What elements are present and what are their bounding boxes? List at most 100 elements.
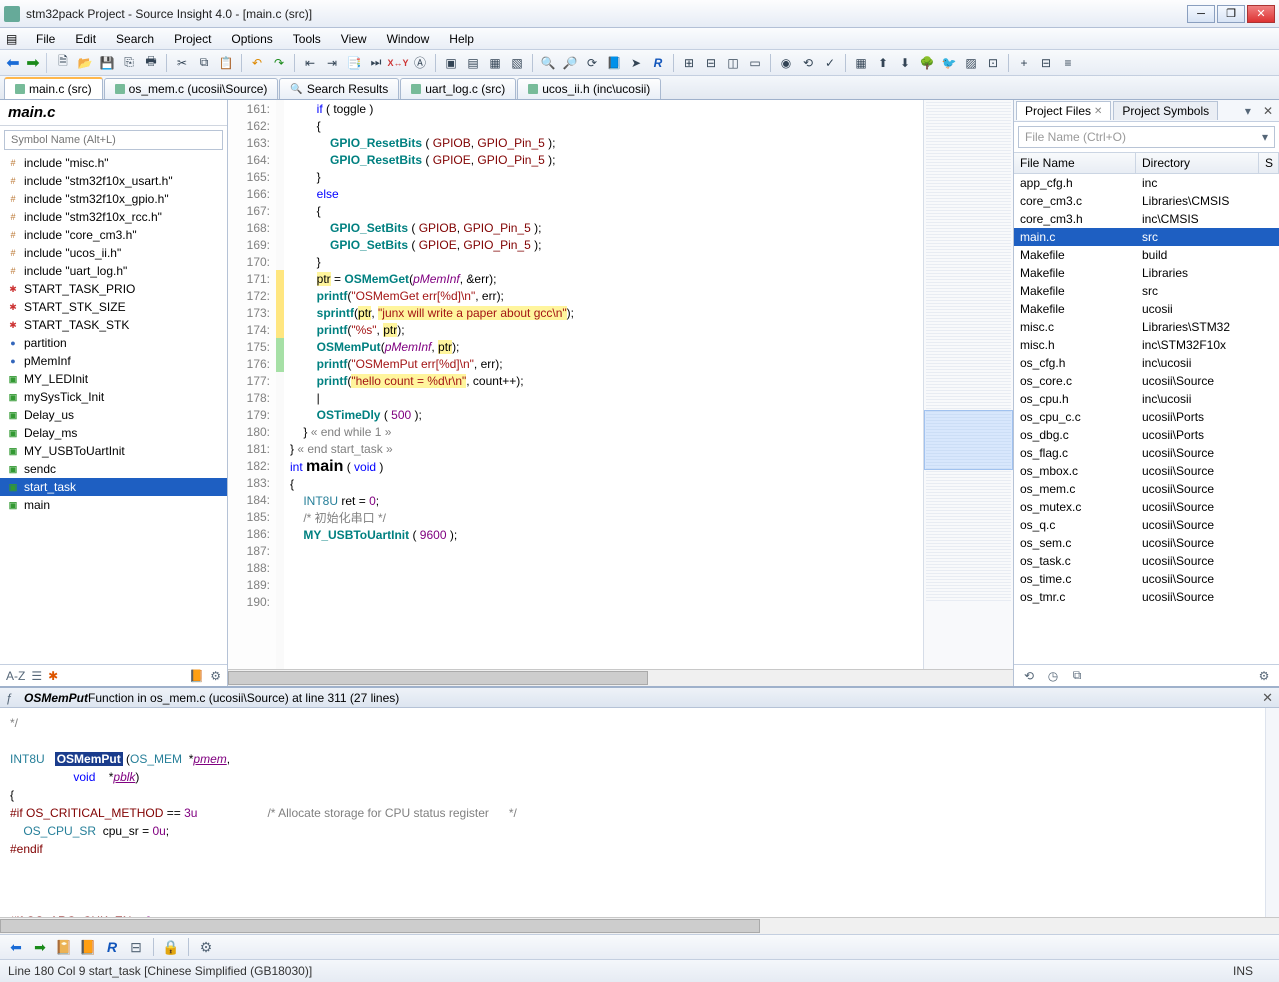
file-search-dropdown-icon[interactable]: ▾: [1262, 130, 1268, 144]
tile-h-icon[interactable]: ⊞: [679, 53, 699, 73]
book-icon[interactable]: 📘: [604, 53, 624, 73]
tabs-dropdown-icon[interactable]: ▾: [1239, 104, 1257, 118]
document-tab[interactable]: main.c (src): [4, 77, 103, 99]
document-tab[interactable]: ucos_ii.h (inc\ucosii): [517, 78, 661, 99]
symbol-item[interactable]: ●partition: [0, 334, 227, 352]
nav-gear-icon[interactable]: ⚙: [196, 938, 216, 956]
nav-back-icon[interactable]: ⬅: [4, 53, 22, 73]
more-icon[interactable]: ≡: [1058, 53, 1078, 73]
nav-tree-icon[interactable]: ⊟: [126, 938, 146, 956]
symbol-item[interactable]: #include "core_cm3.h": [0, 226, 227, 244]
tool1-icon[interactable]: ▨: [961, 53, 981, 73]
context-minimap[interactable]: [1265, 708, 1279, 917]
symbol-item[interactable]: ▣MY_LEDInit: [0, 370, 227, 388]
undo-icon[interactable]: ↶: [247, 53, 267, 73]
redo-icon[interactable]: ↷: [269, 53, 289, 73]
nav-book2-icon[interactable]: 📙: [78, 938, 98, 956]
nav-back-bottom-icon[interactable]: ⬅: [6, 938, 26, 956]
sync-icon[interactable]: ◉: [776, 53, 796, 73]
project-file-row[interactable]: os_time.cucosii\Source: [1014, 570, 1279, 588]
callers-icon[interactable]: ⬆: [873, 53, 893, 73]
symbol-item[interactable]: ✱START_TASK_STK: [0, 316, 227, 334]
relation-icon[interactable]: R: [648, 53, 668, 73]
sort-az-button[interactable]: A-Z: [6, 669, 25, 683]
editor-hscrollbar[interactable]: [228, 669, 1013, 686]
menu-window[interactable]: Window: [377, 28, 440, 49]
panel3-icon[interactable]: ▦: [485, 53, 505, 73]
symbol-item[interactable]: ●pMemInf: [0, 352, 227, 370]
document-tab[interactable]: os_mem.c (ucosii\Source): [104, 78, 279, 99]
context-close-icon[interactable]: ✕: [1262, 690, 1273, 706]
system-menu-icon[interactable]: ▤: [6, 28, 22, 49]
project-file-list[interactable]: app_cfg.hinccore_cm3.cLibraries\CMSIScor…: [1014, 174, 1279, 664]
menu-view[interactable]: View: [331, 28, 377, 49]
bookmark-next-icon[interactable]: ⏭: [366, 53, 386, 73]
symbol-item[interactable]: #include "stm32f10x_gpio.h": [0, 190, 227, 208]
nav-r-icon[interactable]: R: [102, 938, 122, 956]
project-file-row[interactable]: os_sem.cucosii\Source: [1014, 534, 1279, 552]
symbol-item[interactable]: ▣start_task: [0, 478, 227, 496]
panel2-icon[interactable]: ▤: [463, 53, 483, 73]
context-hscrollbar[interactable]: [0, 917, 1279, 934]
project-list-header[interactable]: File Name Directory S: [1014, 152, 1279, 174]
panel4-icon[interactable]: ▧: [507, 53, 527, 73]
project-file-row[interactable]: os_mem.cucosii\Source: [1014, 480, 1279, 498]
project-file-row[interactable]: Makefileucosii: [1014, 300, 1279, 318]
replace-icon[interactable]: ⟳: [582, 53, 602, 73]
document-tab[interactable]: uart_log.c (src): [400, 78, 516, 99]
symbol-item[interactable]: ▣main: [0, 496, 227, 514]
indent-left-icon[interactable]: ⇤: [300, 53, 320, 73]
code-editor[interactable]: 161:162:163:164:165:166:167:168:169:170:…: [228, 100, 1013, 669]
menu-search[interactable]: Search: [106, 28, 164, 49]
tab-project-symbols[interactable]: Project Symbols: [1113, 101, 1218, 120]
project-file-row[interactable]: os_q.cucosii\Source: [1014, 516, 1279, 534]
menu-file[interactable]: File: [26, 28, 65, 49]
project-file-row[interactable]: MakefileLibraries: [1014, 264, 1279, 282]
symbol-item[interactable]: ▣Delay_ms: [0, 424, 227, 442]
menu-help[interactable]: Help: [439, 28, 484, 49]
col-s[interactable]: S: [1259, 153, 1279, 173]
project-file-row[interactable]: os_dbg.cucosii\Ports: [1014, 426, 1279, 444]
tree-icon[interactable]: 🌳: [917, 53, 937, 73]
project-file-row[interactable]: os_core.cucosii\Source: [1014, 372, 1279, 390]
nav-fwd-icon[interactable]: ➡: [24, 53, 42, 73]
indent-right-icon[interactable]: ⇥: [322, 53, 342, 73]
cut-icon[interactable]: ✂: [172, 53, 192, 73]
goto-icon[interactable]: ➤: [626, 53, 646, 73]
proj-copy-icon[interactable]: ⧉: [1068, 668, 1086, 684]
tile-v-icon[interactable]: ⊟: [701, 53, 721, 73]
sym-view-icon[interactable]: ☰: [31, 669, 42, 683]
copy-icon[interactable]: ⧉: [194, 53, 214, 73]
col-directory[interactable]: Directory: [1136, 153, 1259, 173]
window-list-icon[interactable]: ▭: [745, 53, 765, 73]
symbol-item[interactable]: ✱START_STK_SIZE: [0, 298, 227, 316]
refresh-icon[interactable]: ⟲: [798, 53, 818, 73]
project-file-row[interactable]: Makefilesrc: [1014, 282, 1279, 300]
symbol-item[interactable]: #include "ucos_ii.h": [0, 244, 227, 262]
project-file-row[interactable]: os_cfg.hinc\ucosii: [1014, 354, 1279, 372]
symbol-list[interactable]: #include "misc.h"#include "stm32f10x_usa…: [0, 154, 227, 664]
sym-gear-icon[interactable]: ⚙: [210, 669, 221, 683]
symbol-item[interactable]: ▣mySysTick_Init: [0, 388, 227, 406]
minimize-button[interactable]: ─: [1187, 5, 1215, 23]
symbol-item[interactable]: #include "uart_log.h": [0, 262, 227, 280]
project-file-row[interactable]: os_cpu_c.cucosii\Ports: [1014, 408, 1279, 426]
nav-book-icon[interactable]: 📔: [54, 938, 74, 956]
symbol-search-input[interactable]: [4, 130, 223, 150]
tab-project-files[interactable]: Project Files✕: [1016, 101, 1111, 120]
saveall-icon[interactable]: ⎘: [119, 53, 139, 73]
find-icon[interactable]: 🔍: [538, 53, 558, 73]
file-search-input[interactable]: File Name (Ctrl+O) ▾: [1018, 126, 1275, 148]
symbol-item[interactable]: #include "stm32f10x_usart.h": [0, 172, 227, 190]
project-file-row[interactable]: os_mutex.cucosii\Source: [1014, 498, 1279, 516]
project-file-row[interactable]: os_task.cucosii\Source: [1014, 552, 1279, 570]
find-files-icon[interactable]: 🔎: [560, 53, 580, 73]
callees-icon[interactable]: ⬇: [895, 53, 915, 73]
col-filename[interactable]: File Name: [1014, 153, 1136, 173]
project-file-row[interactable]: os_flag.cucosii\Source: [1014, 444, 1279, 462]
menu-edit[interactable]: Edit: [65, 28, 106, 49]
proj-clock-icon[interactable]: ◷: [1044, 668, 1062, 684]
project-file-row[interactable]: os_mbox.cucosii\Source: [1014, 462, 1279, 480]
panel-close-icon[interactable]: ✕: [1257, 104, 1279, 118]
rename-icon[interactable]: Ⓐ: [410, 53, 430, 73]
